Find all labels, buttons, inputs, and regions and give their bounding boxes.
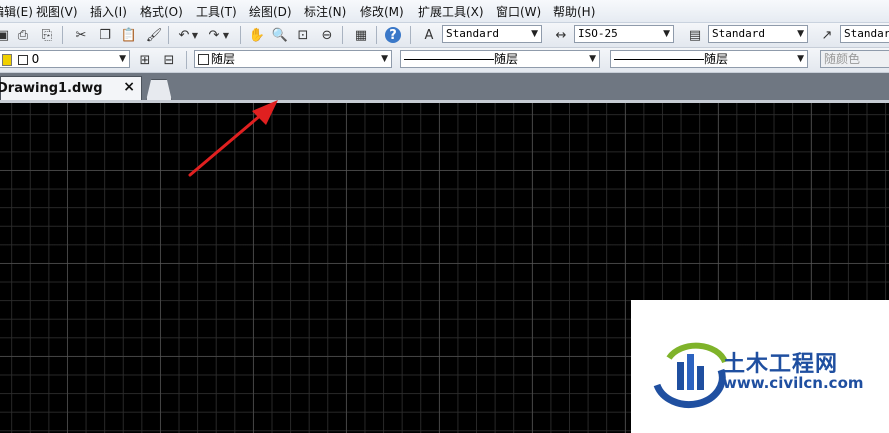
undo-dropdown-icon[interactable]: ▼ [190, 26, 200, 44]
chevron-down-icon: ▼ [381, 54, 388, 64]
menu-bar: 编辑(E) 视图(V) 插入(I) 格式(O) 工具(T) 绘图(D) 标注(N… [0, 0, 889, 23]
civilcn-logo-icon [653, 342, 728, 409]
toolbar-separator [240, 26, 241, 44]
copy-icon[interactable]: ❐ [96, 26, 114, 44]
menu-edit[interactable]: 编辑(E) [0, 3, 33, 20]
file-tab-bar: Drawing1.dwg × [0, 73, 889, 101]
menu-tools[interactable]: 工具(T) [196, 3, 237, 20]
toolbar-separator [342, 26, 343, 44]
table-style-icon[interactable]: ▤ [686, 26, 704, 44]
menu-insert[interactable]: 插入(I) [90, 3, 127, 20]
plot-preview-icon[interactable]: ⎙ [14, 26, 32, 44]
lineweight-preview [614, 59, 704, 60]
help-icon[interactable]: ? [385, 27, 401, 43]
color-value: 随层 [211, 52, 236, 66]
match-properties-icon[interactable]: 🖌 [145, 26, 163, 44]
paste-icon[interactable]: 📋 [120, 26, 138, 44]
lineweight-select[interactable]: 随层 ▼ [610, 50, 808, 68]
layer-properties-icon[interactable]: ⊞ [136, 51, 154, 69]
text-style-icon[interactable]: A [420, 26, 438, 44]
toolbar-separator [376, 26, 377, 44]
toolbar-separator [186, 51, 187, 69]
menu-modify[interactable]: 修改(M) [360, 3, 404, 20]
zoom-previous-icon[interactable]: ⊖ [318, 26, 336, 44]
table-style-select[interactable]: Standard ▼ [708, 25, 808, 43]
chevron-down-icon: ▼ [663, 29, 670, 39]
chevron-down-icon: ▼ [797, 54, 804, 64]
standard-toolbar: ▣ ⎙ ⎘ ✂ ❐ 📋 🖌 ↶ ▼ ↷ ▼ ✋ 🔍 ⊡ ⊖ ▦ ? A Stan… [0, 23, 889, 48]
chevron-down-icon: ▼ [531, 29, 538, 39]
save-icon[interactable]: ▣ [0, 26, 12, 44]
plotstyle-value: 随颜色 [824, 52, 861, 66]
menu-dimension[interactable]: 标注(N) [304, 3, 346, 20]
zoom-window-icon[interactable]: ⊡ [294, 26, 312, 44]
chevron-down-icon: ▼ [119, 54, 126, 64]
toolbar-separator [410, 26, 411, 44]
text-style-select[interactable]: Standard ▼ [442, 25, 542, 43]
close-icon[interactable]: × [123, 79, 135, 95]
dimension-style-icon[interactable]: ↔ [552, 26, 570, 44]
linetype-select[interactable]: 随层 ▼ [400, 50, 600, 68]
multileader-style-value: Standard [844, 27, 889, 40]
dimension-style-value: ISO-25 [578, 27, 618, 40]
toolbar-separator [168, 26, 169, 44]
layer-previous-icon[interactable]: ⊟ [160, 51, 178, 69]
watermark-url: www.civilcn.com [723, 374, 864, 392]
calculator-icon[interactable]: ▦ [352, 26, 370, 44]
properties-toolbar: 0 ▼ ⊞ ⊟ 随层 ▼ 随层 ▼ 随层 ▼ 随颜色 [0, 48, 889, 73]
redo-dropdown-icon[interactable]: ▼ [221, 26, 231, 44]
menu-window[interactable]: 窗口(W) [496, 3, 541, 20]
linetype-preview [404, 59, 494, 60]
zoom-realtime-icon[interactable]: 🔍 [271, 26, 289, 44]
chevron-down-icon: ▼ [797, 29, 804, 39]
text-style-value: Standard [446, 27, 499, 40]
multileader-style-select[interactable]: Standard [840, 25, 889, 43]
chevron-down-icon: ▼ [589, 54, 596, 64]
multileader-style-icon[interactable]: ↗ [818, 26, 836, 44]
layer-select[interactable]: 0 ▼ [0, 50, 130, 68]
dimension-style-select[interactable]: ISO-25 ▼ [574, 25, 674, 43]
annotation-arrow-icon [188, 100, 278, 177]
new-tab-button[interactable] [146, 79, 172, 101]
menu-view[interactable]: 视图(V) [36, 3, 78, 20]
layer-value: 0 [31, 52, 40, 66]
plotstyle-select: 随颜色 [820, 50, 889, 68]
color-swatch-icon [198, 54, 209, 65]
layer-color-swatch-icon [17, 54, 28, 65]
cut-icon[interactable]: ✂ [72, 26, 90, 44]
table-style-value: Standard [712, 27, 765, 40]
menu-help[interactable]: 帮助(H) [553, 3, 595, 20]
publish-icon[interactable]: ⎘ [38, 26, 56, 44]
menu-format[interactable]: 格式(O) [140, 3, 183, 20]
watermark: 土木工程网 www.civilcn.com [631, 300, 889, 433]
linetype-value: 随层 [494, 52, 519, 66]
layer-bulb-icon [2, 53, 12, 66]
pan-icon[interactable]: ✋ [248, 26, 266, 44]
color-select[interactable]: 随层 ▼ [194, 50, 392, 68]
menu-express-tools[interactable]: 扩展工具(X) [418, 3, 484, 20]
tab-label: Drawing1.dwg [0, 81, 103, 96]
tab-drawing1[interactable]: Drawing1.dwg × [0, 76, 142, 101]
toolbar-separator [62, 26, 63, 44]
menu-draw[interactable]: 绘图(D) [249, 3, 292, 20]
lineweight-value: 随层 [704, 52, 729, 66]
